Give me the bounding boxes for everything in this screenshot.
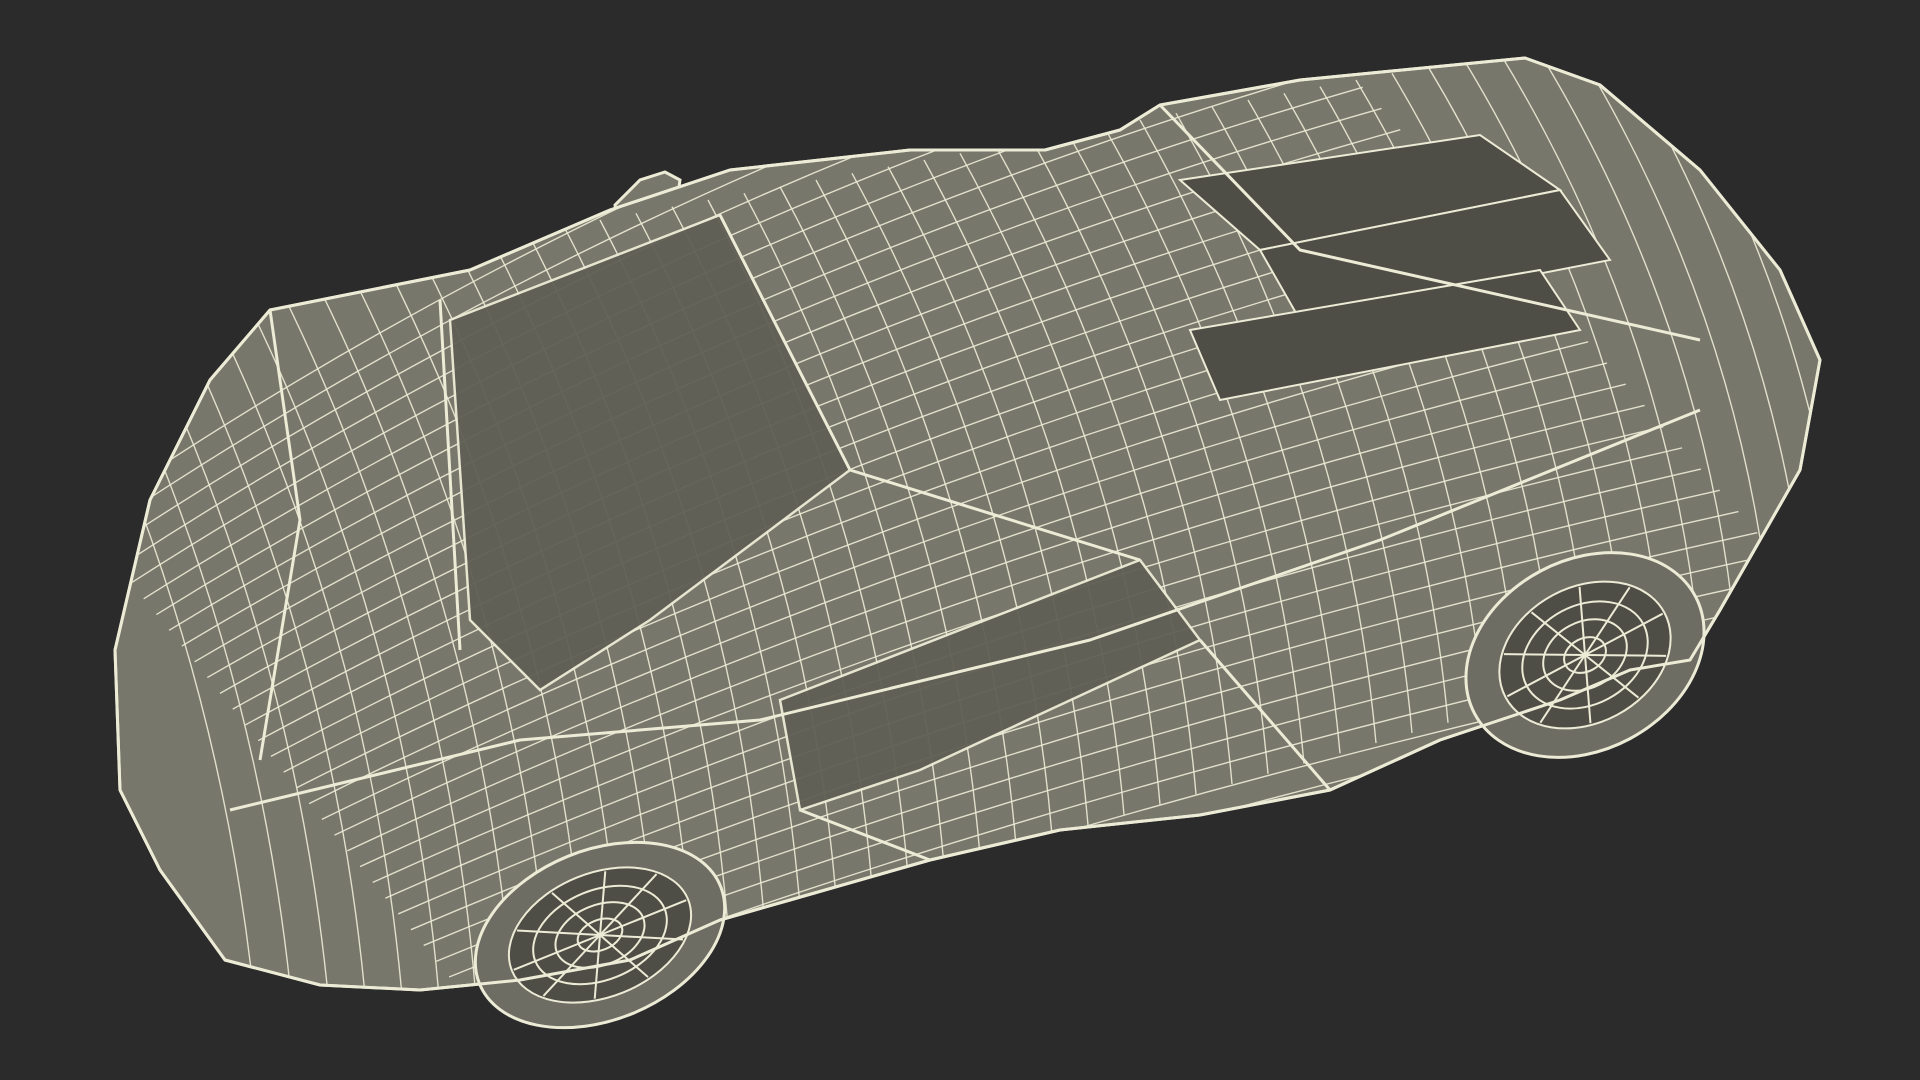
render-viewport xyxy=(0,0,1920,1080)
car-wireframe-model xyxy=(113,56,1822,1030)
